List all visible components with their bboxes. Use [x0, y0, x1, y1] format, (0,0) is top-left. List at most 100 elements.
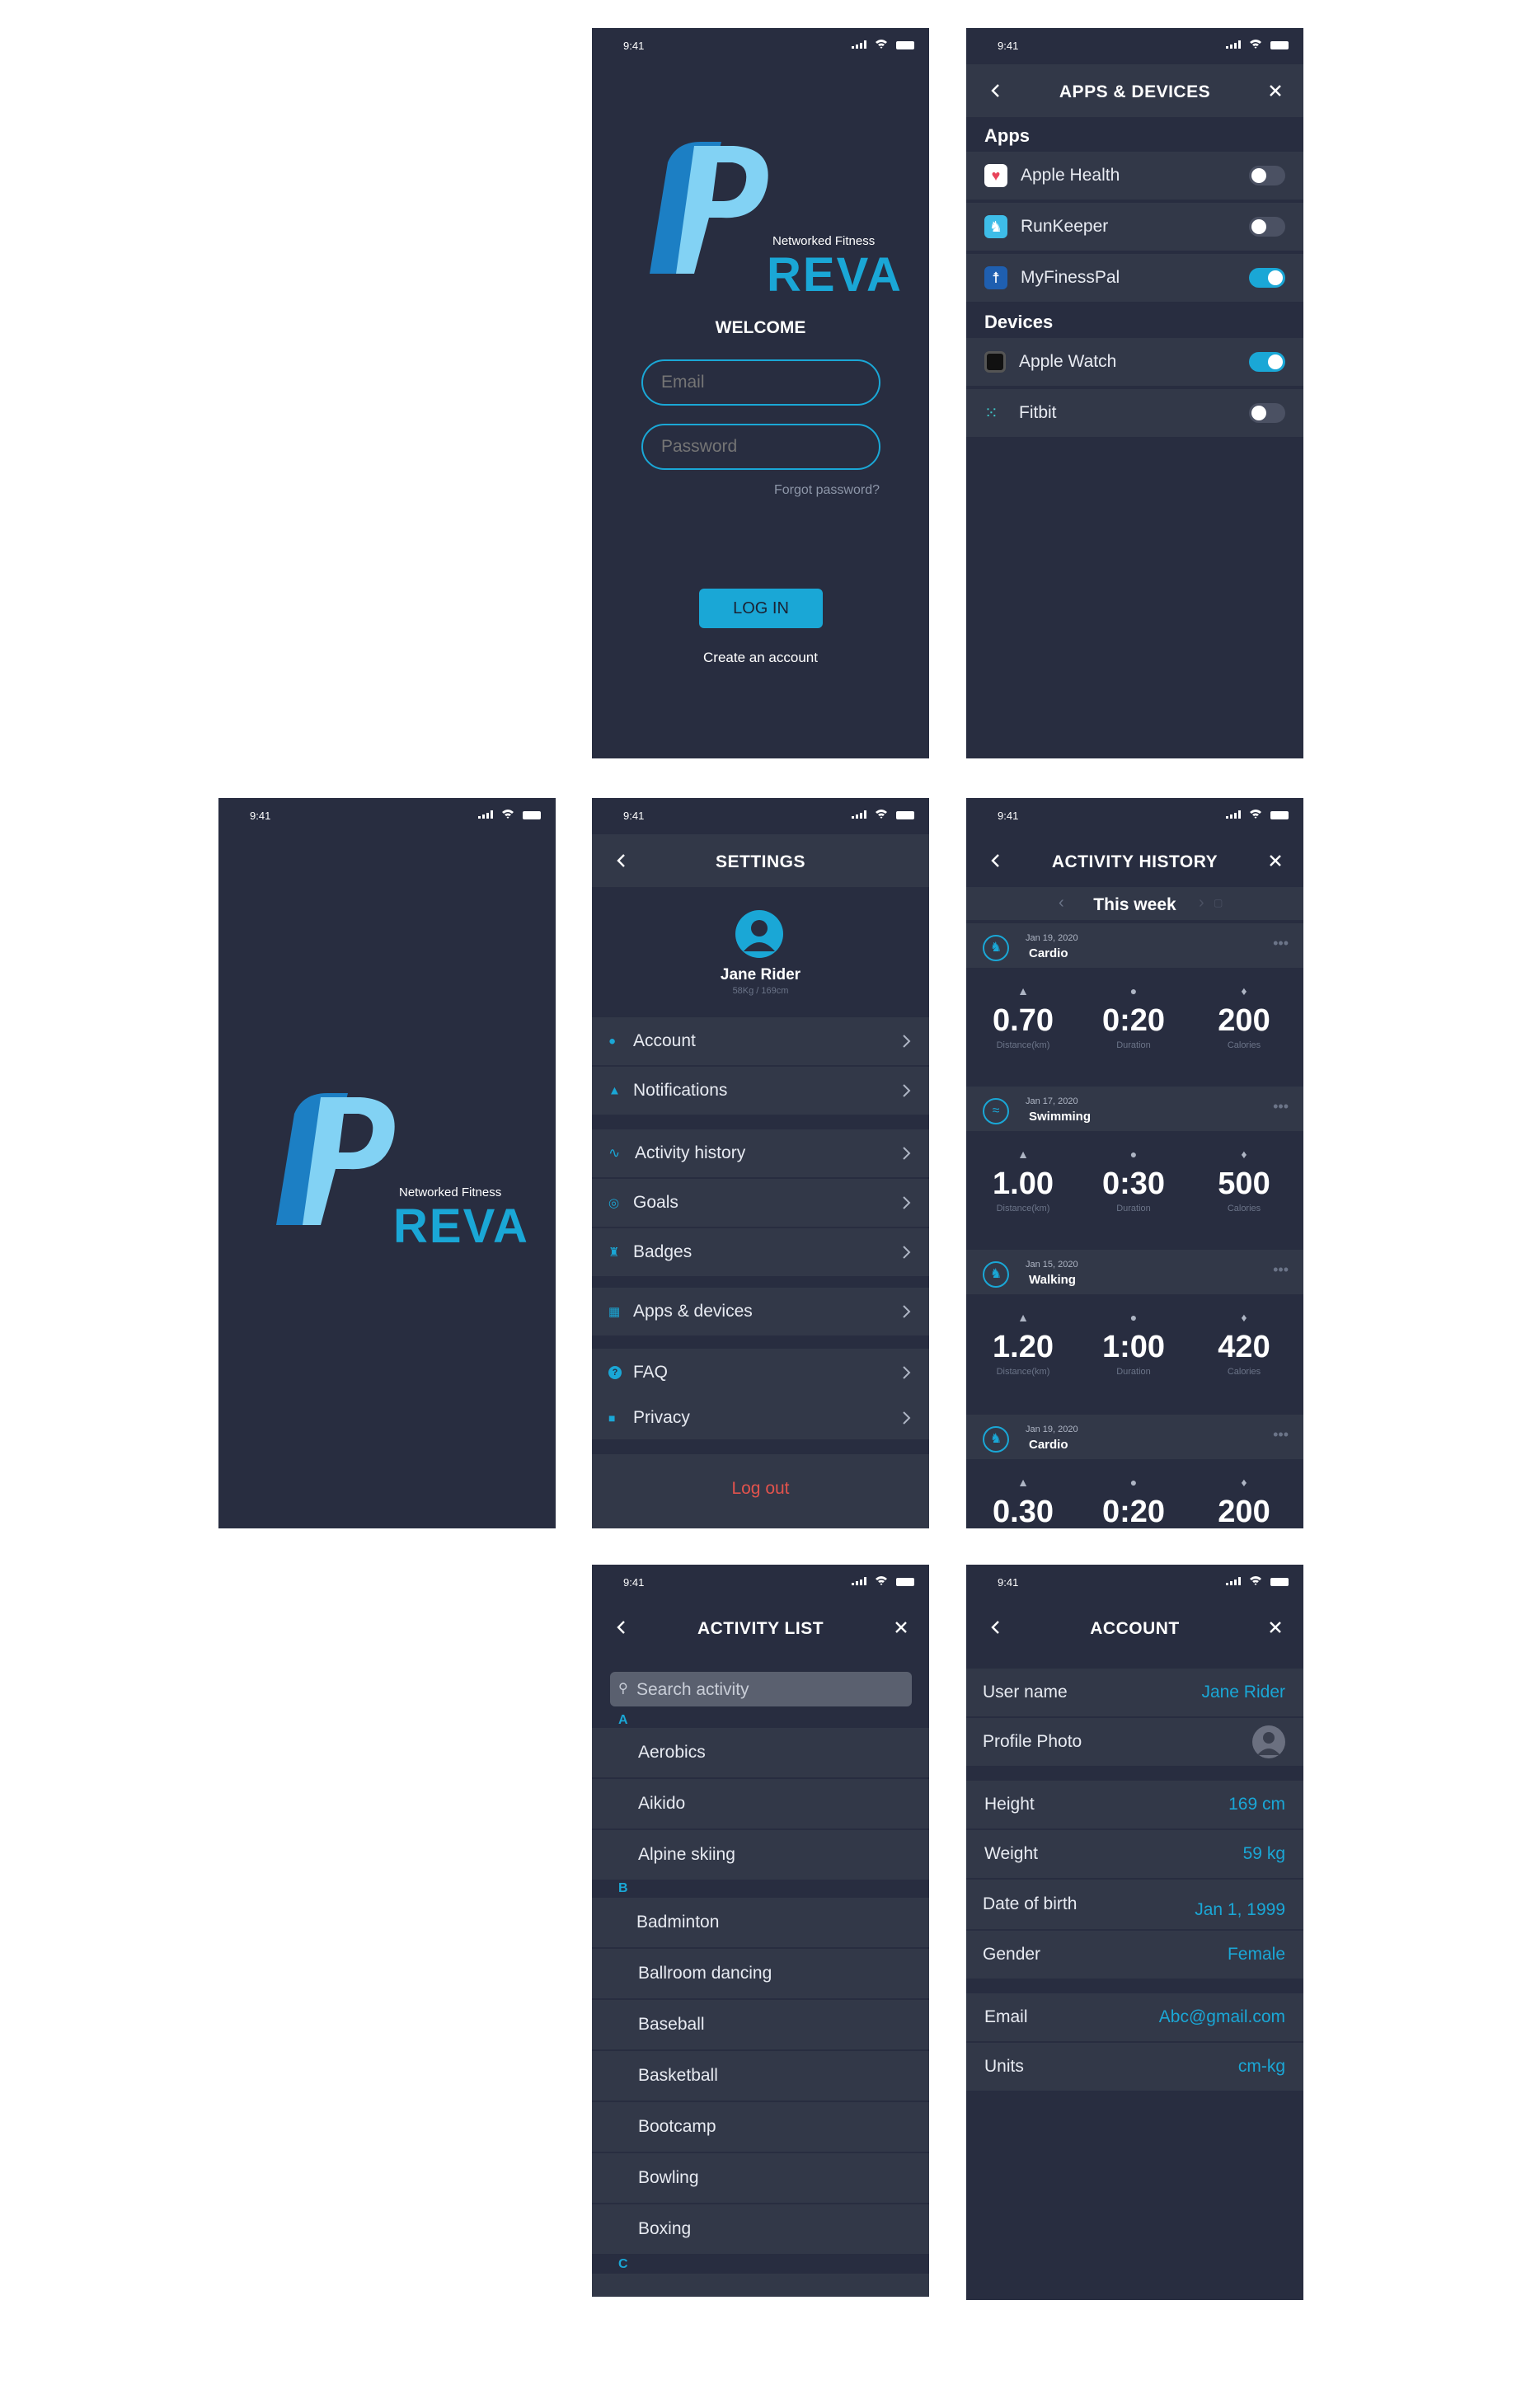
account-row-weight[interactable]: Weight 59 kg	[966, 1830, 1303, 1878]
lock-icon: ■	[608, 1411, 616, 1425]
brand-logo: Networked Fitness REVA	[270, 1093, 528, 1253]
fitbit-toggle[interactable]	[1249, 403, 1285, 423]
activity-entry[interactable]: ♞ Jan 19, 2020 Cardio ••• ▲ 0.30 ● 0:20 ♦ 2…	[966, 1415, 1303, 1528]
settings-item-label: Goals	[633, 1193, 678, 1212]
logout-row[interactable]: Log out	[592, 1454, 929, 1528]
account-screen: 9:41 ACCOUNT User name Jane Rider Profile…	[966, 1565, 1303, 2300]
brand-tagline: Networked Fitness	[772, 234, 876, 248]
chevron-right-icon	[903, 1196, 911, 1209]
list-item[interactable]: Alpine skiing	[592, 1830, 929, 1880]
user-name: Jane Rider	[720, 966, 801, 983]
list-item[interactable]: Bowling	[592, 2153, 929, 2203]
activity-name: Aerobics	[638, 1743, 706, 1762]
account-row-dob[interactable]: Date of birth Jan 1, 1999	[966, 1880, 1303, 1929]
close-icon[interactable]	[1265, 851, 1285, 871]
row-label: Units	[984, 2057, 1024, 2076]
account-row-units[interactable]: Units cm-kg	[966, 2043, 1303, 2091]
stat-unit: Calories	[1227, 1204, 1261, 1213]
list-item[interactable]: Aerobics	[592, 1728, 929, 1777]
list-item[interactable]	[592, 2274, 929, 2297]
account-row-email[interactable]: Email Abc@gmail.com	[966, 1993, 1303, 2041]
account-row-profile-photo[interactable]: Profile Photo	[966, 1718, 1303, 1766]
list-item[interactable]: Badminton	[592, 1898, 929, 1947]
brand-name: REVA	[767, 248, 903, 302]
status-bar: 9:41	[966, 798, 1303, 834]
create-account-link[interactable]: Create an account	[592, 650, 929, 666]
swim-icon: ≈	[983, 1098, 1009, 1124]
list-item[interactable]: Baseball	[592, 2000, 929, 2049]
stat-unit: Duration	[1116, 1040, 1151, 1050]
login-button[interactable]: LOG IN	[699, 589, 823, 628]
password-field[interactable]	[641, 424, 880, 470]
wifi-icon	[1250, 40, 1261, 49]
more-icon[interactable]: •••	[1273, 1098, 1289, 1115]
avatar[interactable]	[1252, 1725, 1285, 1758]
status-bar: 9:41	[592, 28, 929, 64]
target-icon: ◎	[608, 1196, 620, 1210]
list-item[interactable]: Aikido	[592, 1779, 929, 1828]
more-icon[interactable]: •••	[1273, 1261, 1289, 1279]
list-item[interactable]: Bootcamp	[592, 2102, 929, 2152]
settings-item-badges[interactable]: ♜ Badges	[592, 1228, 929, 1276]
app-label: Apple Health	[1021, 166, 1120, 185]
period-selector: ‹ This week › ▢	[966, 887, 1303, 920]
activity-name: Alpine skiing	[638, 1845, 735, 1864]
settings-item-privacy[interactable]: ■ Privacy	[592, 1396, 929, 1439]
road-icon: ▲	[1017, 984, 1029, 998]
activity-entry[interactable]: ♞ Jan 15, 2020 Walking ••• ▲ 1.20 Distance…	[966, 1250, 1303, 1411]
activity-entry[interactable]: ♞ Jan 19, 2020 Cardio ••• ▲ 0.70 Distance(…	[966, 923, 1303, 1085]
page-title: SETTINGS	[715, 852, 805, 871]
row-label: Email	[984, 2007, 1028, 2026]
stat-value: 0.30	[993, 1495, 1054, 1528]
settings-item-label: FAQ	[633, 1363, 669, 1382]
more-icon[interactable]: •••	[1273, 935, 1289, 952]
account-row-username[interactable]: User name Jane Rider	[966, 1669, 1303, 1716]
settings-item-apps-devices[interactable]: ▦ Apps & devices	[592, 1288, 929, 1335]
close-icon[interactable]	[891, 1617, 911, 1637]
stat-value: 200	[1218, 1495, 1270, 1528]
more-icon[interactable]: •••	[1273, 1426, 1289, 1443]
duration-stat: ● 0:20 Duration	[1080, 984, 1187, 1050]
list-item[interactable]: Basketball	[592, 2051, 929, 2101]
page-title: ACCOUNT	[1090, 1619, 1180, 1638]
settings-item-faq[interactable]: ? FAQ	[592, 1349, 929, 1396]
myfinesspal-toggle[interactable]	[1249, 268, 1285, 288]
signal-icon	[852, 1577, 868, 1585]
apple-health-toggle[interactable]	[1249, 166, 1285, 185]
status-bar: 9:41	[966, 28, 1303, 64]
logout-button[interactable]: Log out	[592, 1479, 929, 1499]
page-title: ACTIVITY LIST	[697, 1619, 824, 1638]
wifi-icon	[876, 40, 887, 49]
wifi-icon	[876, 810, 887, 819]
account-row-gender[interactable]: Gender Female	[966, 1931, 1303, 1979]
status-time: 9:41	[623, 810, 645, 822]
entry-type: Walking	[1029, 1273, 1076, 1287]
account-row-height[interactable]: Height 169 cm	[966, 1781, 1303, 1828]
avatar[interactable]	[735, 910, 783, 958]
settings-item-goals[interactable]: ◎ Goals	[592, 1179, 929, 1227]
search-bar[interactable]: ⚲ Search activity	[610, 1672, 912, 1706]
runkeeper-toggle[interactable]	[1249, 217, 1285, 237]
settings-item-activity-history[interactable]: ∿ Activity history	[592, 1129, 929, 1177]
duration-stat: ● 0:30 Duration	[1080, 1148, 1187, 1213]
apple-watch-toggle[interactable]	[1249, 352, 1285, 372]
header: SETTINGS	[592, 834, 929, 887]
stat-unit: Duration	[1116, 1367, 1151, 1377]
activity-name: Aikido	[638, 1794, 686, 1813]
stat-value: 200	[1218, 1003, 1270, 1038]
next-week-icon[interactable]: ›	[1199, 894, 1204, 913]
settings-item-notifications[interactable]: ▲ Notifications	[592, 1067, 929, 1115]
settings-item-account[interactable]: ● Account	[592, 1017, 929, 1065]
close-icon[interactable]	[1265, 81, 1285, 101]
bell-icon: ▲	[608, 1083, 621, 1098]
devices-heading: Devices	[984, 312, 1054, 332]
activity-entry[interactable]: ≈ Jan 17, 2020 Swimming ••• ▲ 1.00 Distanc…	[966, 1087, 1303, 1248]
close-icon[interactable]	[1265, 1617, 1285, 1637]
list-item[interactable]: Boxing	[592, 2204, 929, 2254]
distance-stat: ▲ 1.20 Distance(km)	[970, 1311, 1077, 1377]
stat-unit: Distance(km)	[996, 1040, 1050, 1050]
list-item[interactable]: Ballroom dancing	[592, 1949, 929, 1998]
email-field[interactable]	[641, 359, 880, 406]
forgot-password-link[interactable]: Forgot password?	[774, 483, 880, 498]
distance-stat: ▲ 1.00 Distance(km)	[970, 1148, 1077, 1213]
